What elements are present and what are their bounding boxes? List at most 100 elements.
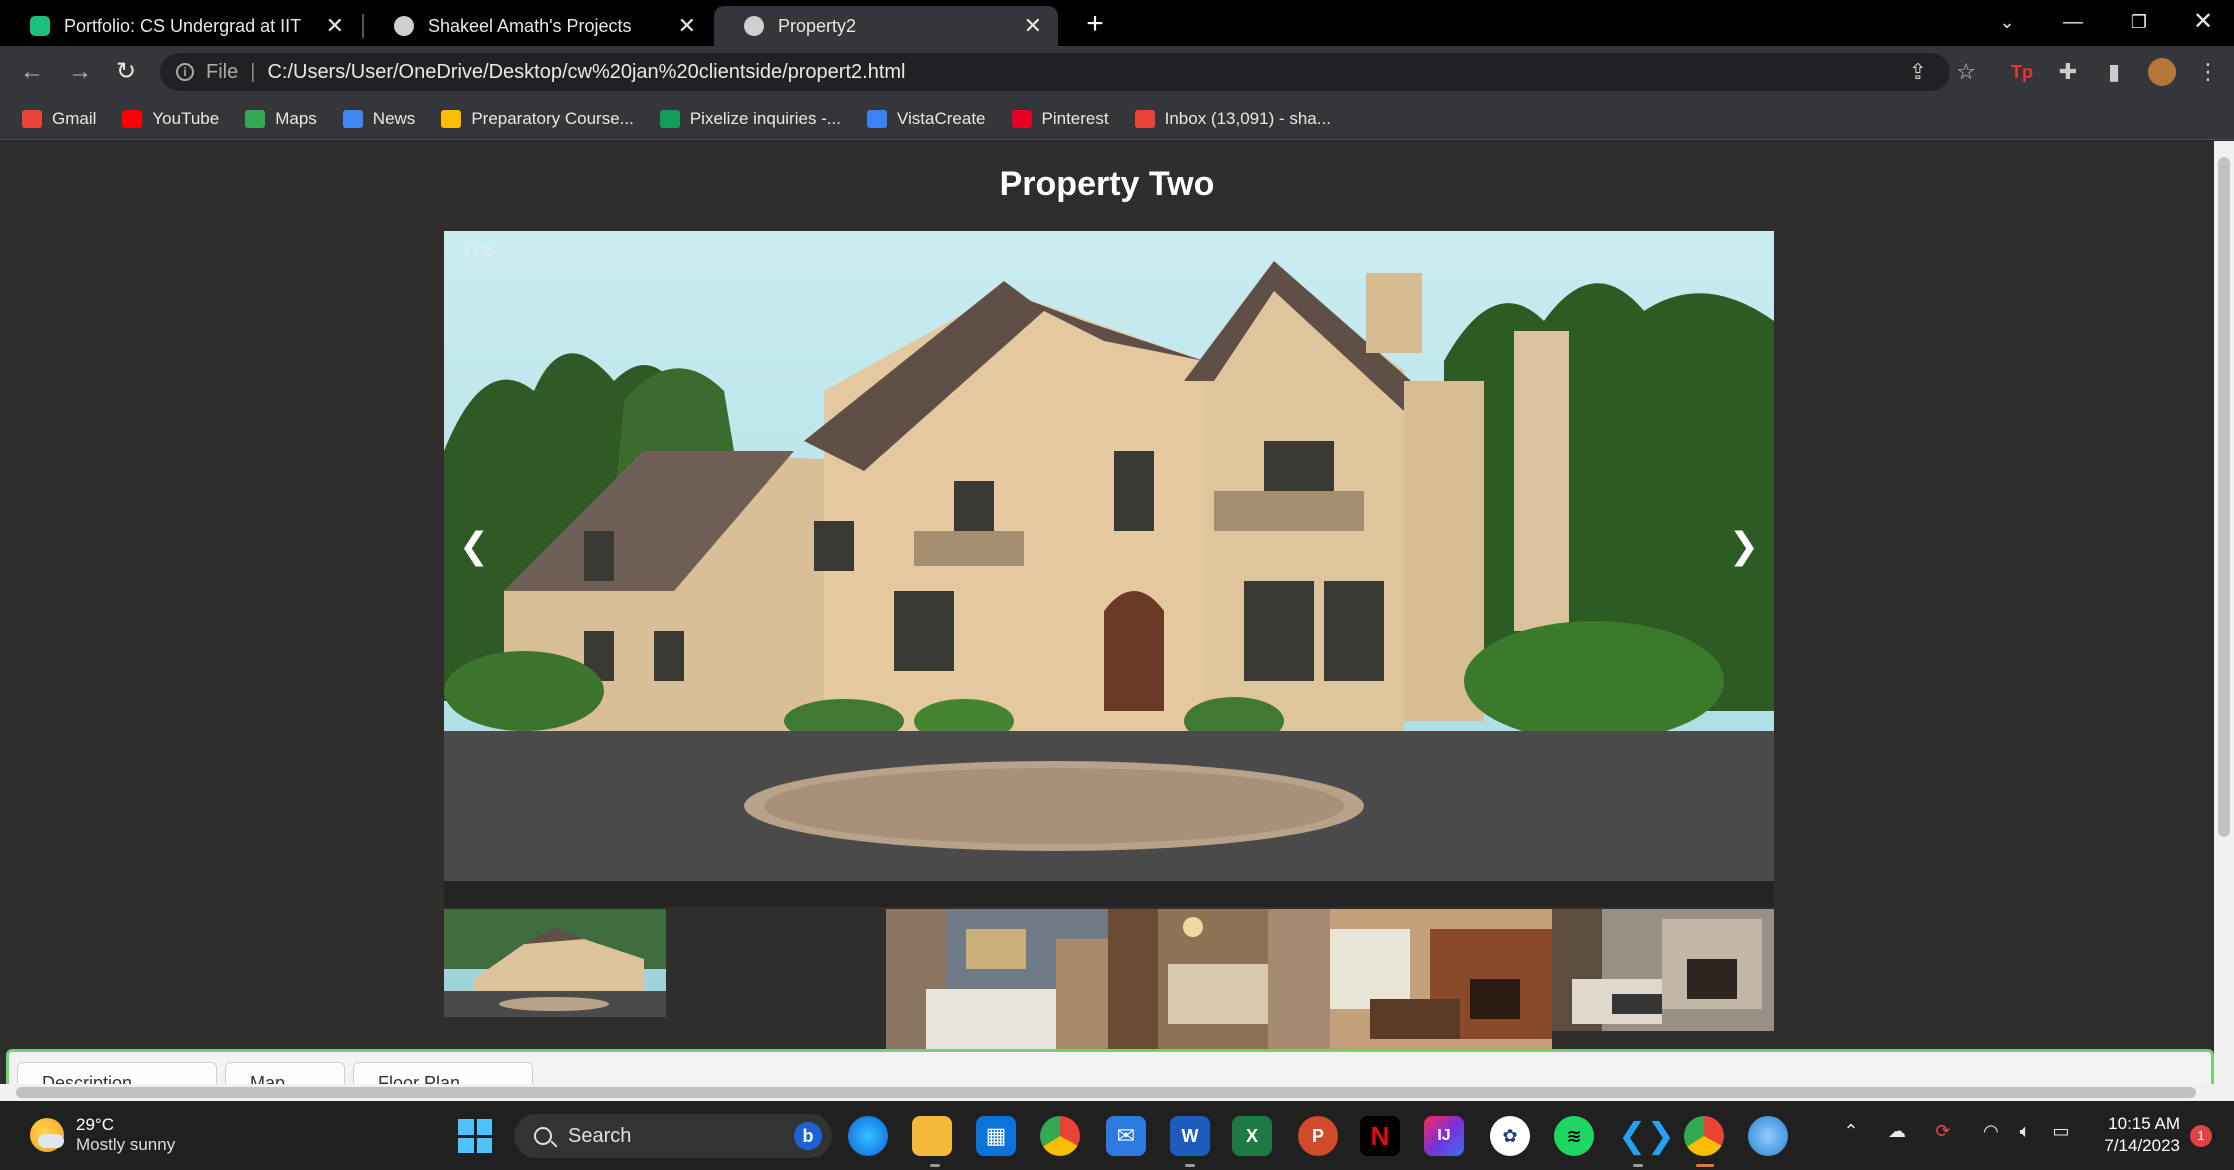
bookmark-label: News: [372, 108, 416, 128]
vistacreate-icon: [867, 109, 887, 128]
reload-button[interactable]: ↻: [108, 54, 144, 90]
taskbar-search[interactable]: Search b: [514, 1114, 832, 1158]
edge-icon[interactable]: [848, 1116, 888, 1156]
thumb-bedroom-master[interactable]: [1108, 909, 1330, 1049]
excel-icon[interactable]: X: [1232, 1116, 1272, 1156]
extensions-puzzle-icon[interactable]: ✚: [2050, 54, 2086, 90]
drive-icon: [441, 109, 462, 128]
tab-search-icon[interactable]: ⌄: [1982, 0, 2032, 46]
spotify-icon[interactable]: ≋: [1554, 1116, 1594, 1156]
slide-counter: 1 / 6: [462, 243, 494, 260]
windows-taskbar: 29°C Mostly sunny Search b ▦ ✉ W X P N I…: [0, 1101, 2234, 1170]
tab-property2[interactable]: Property2 ✕: [714, 6, 1058, 46]
share-icon[interactable]: ⇪: [1900, 54, 1936, 90]
new-tab-button[interactable]: +: [1080, 6, 1110, 42]
page-title: Property Two: [999, 165, 1215, 203]
scheme-label: File: [206, 60, 239, 83]
extension-tp-icon[interactable]: Tp: [2004, 54, 2040, 90]
bookmark-item[interactable]: Pixelize inquiries -...: [659, 108, 841, 129]
file-explorer-icon[interactable]: [912, 1116, 952, 1156]
powerpoint-icon[interactable]: P: [1298, 1116, 1338, 1156]
tab-projects[interactable]: Shakeel Amath's Projects ✕: [364, 6, 712, 46]
horizontal-scrollbar[interactable]: [0, 1084, 2214, 1101]
back-button[interactable]: ←: [14, 54, 50, 90]
tab-portfolio[interactable]: Portfolio: CS Undergrad at IIT ✕: [0, 6, 360, 46]
info-icon[interactable]: i: [176, 63, 194, 81]
thumb-bedroom-blue[interactable]: [886, 909, 1108, 1049]
notification-badge[interactable]: 1: [2190, 1125, 2212, 1147]
wifi-icon[interactable]: ◠: [1976, 1121, 2006, 1142]
bookmark-label: Pixelize inquiries -...: [689, 108, 841, 128]
bookmark-item[interactable]: Preparatory Course...: [441, 109, 634, 129]
tab-title: Shakeel Amath's Projects: [428, 15, 632, 36]
system-clock[interactable]: 10:15 AM 7/14/2023: [2090, 1113, 2180, 1157]
weather-widget[interactable]: 29°C Mostly sunny: [30, 1115, 175, 1155]
bookmark-item[interactable]: YouTube: [122, 109, 219, 129]
page-viewport: Property Two 1 / 6 ❮ ❯ Description Map F…: [0, 141, 2214, 1101]
close-icon[interactable]: ✕: [678, 13, 696, 39]
bookmark-label: Preparatory Course...: [471, 108, 634, 128]
vertical-scrollbar[interactable]: [2214, 141, 2234, 1101]
windows-start-icon[interactable]: [458, 1119, 492, 1153]
thumb-empty[interactable]: [666, 909, 886, 1057]
bookmark-label: Pinterest: [1041, 108, 1109, 128]
thumb-living-fireplace[interactable]: [1330, 909, 1552, 1049]
scroll-thumb[interactable]: [16, 1087, 2196, 1098]
close-icon[interactable]: ✕: [326, 13, 344, 39]
vscode-icon[interactable]: ❮❯: [1618, 1116, 1675, 1156]
weather-temp: 29°C: [76, 1115, 114, 1134]
bing-icon[interactable]: b: [794, 1122, 822, 1150]
intellij-icon[interactable]: IJ: [1424, 1116, 1464, 1156]
chrome-icon[interactable]: [1040, 1116, 1080, 1156]
caption-bar: [444, 881, 1774, 907]
thumb-exterior[interactable]: [444, 909, 666, 1017]
forward-button[interactable]: →: [62, 54, 98, 90]
search-icon: [534, 1127, 552, 1145]
close-icon[interactable]: ✕: [1024, 13, 1042, 39]
bookmark-label: Gmail: [52, 108, 97, 128]
bookmark-item[interactable]: Pinterest: [1011, 108, 1109, 129]
side-panel-icon[interactable]: ▮: [2096, 54, 2132, 90]
profile-avatar[interactable]: [2144, 54, 2180, 90]
paint-icon[interactable]: [1748, 1116, 1788, 1156]
app-icon[interactable]: ✿: [1490, 1116, 1530, 1156]
bookmark-item[interactable]: News: [342, 108, 416, 129]
partly-sunny-icon: [30, 1118, 64, 1152]
pinterest-icon: [1011, 109, 1032, 128]
chatgpt-icon: [30, 16, 50, 36]
window-close-button[interactable]: ✕: [2178, 0, 2228, 46]
microsoft-store-icon[interactable]: ▦: [976, 1116, 1016, 1156]
sheets-icon: [659, 109, 680, 128]
chevron-up-icon[interactable]: ⌃: [1836, 1121, 1866, 1142]
clock-time: 10:15 AM: [2108, 1114, 2180, 1133]
prev-slide-button[interactable]: ❮: [454, 521, 494, 571]
bookmark-label: Inbox (13,091) - sha...: [1164, 108, 1331, 128]
bookmark-label: VistaCreate: [897, 108, 986, 128]
restore-button[interactable]: ❐: [2114, 0, 2164, 46]
globe-icon: [394, 16, 414, 36]
bookmark-item[interactable]: Inbox (13,091) - sha...: [1134, 108, 1331, 129]
bookmark-star-icon[interactable]: ☆: [1948, 54, 1984, 90]
bookmark-item[interactable]: Gmail: [22, 109, 96, 129]
volume-icon[interactable]: 🔈︎: [2010, 1121, 2040, 1142]
address-bar[interactable]: i File | C:/Users/User/OneDrive/Desktop/…: [160, 53, 1950, 91]
url-text[interactable]: C:/Users/User/OneDrive/Desktop/cw%20jan%…: [267, 61, 905, 84]
bookmark-item[interactable]: VistaCreate: [867, 109, 986, 129]
tab-title: Portfolio: CS Undergrad at IIT: [64, 15, 302, 36]
bookmark-label: YouTube: [152, 108, 220, 128]
word-icon[interactable]: W: [1170, 1116, 1210, 1156]
netflix-icon[interactable]: N: [1360, 1116, 1400, 1156]
scroll-thumb[interactable]: [2218, 157, 2230, 837]
gmail-icon: [1134, 109, 1155, 128]
mail-icon[interactable]: ✉: [1106, 1116, 1146, 1156]
onedrive-cloud-icon[interactable]: ☁: [1882, 1121, 1912, 1142]
menu-kebab-icon[interactable]: ⋮: [2190, 54, 2226, 90]
browser-toolbar: ← → ↻ i File | C:/Users/User/OneDrive/De…: [0, 46, 2234, 98]
next-slide-button[interactable]: ❯: [1724, 521, 1764, 571]
thumb-family-room[interactable]: [1552, 909, 1774, 1031]
bookmark-item[interactable]: Maps: [245, 109, 317, 129]
chrome-active-icon[interactable]: [1684, 1116, 1724, 1156]
battery-icon[interactable]: ▭: [2046, 1121, 2076, 1142]
sync-icon[interactable]: ⟳: [1928, 1121, 1958, 1142]
minimize-button[interactable]: —: [2048, 0, 2098, 46]
